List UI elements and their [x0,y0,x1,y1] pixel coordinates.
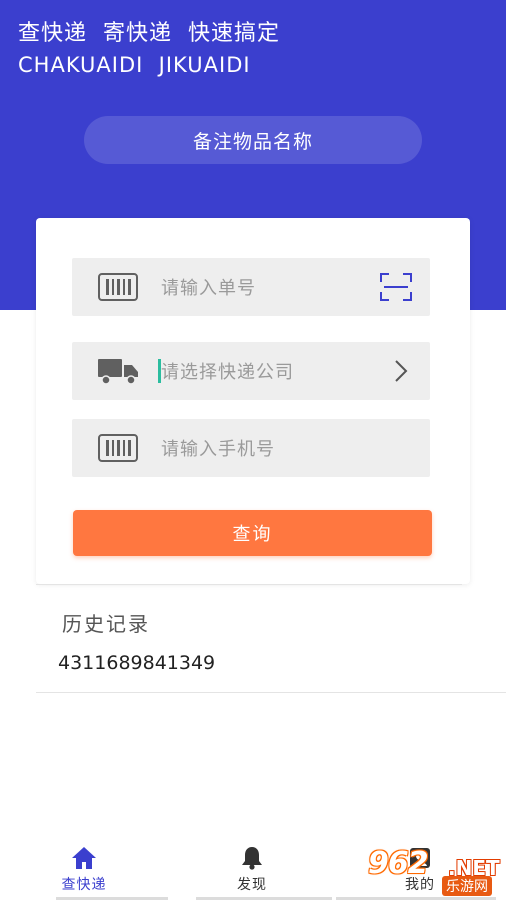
truck-icon [98,359,138,385]
bell-icon [242,847,262,870]
divider [36,584,462,585]
watermark-site-name: 乐游网 [442,876,492,896]
barcode-icon [98,434,138,462]
scan-icon[interactable] [380,273,412,301]
tracking-number-input[interactable]: 请输入单号 [161,274,256,300]
history-list-item[interactable]: 4311689841349 [58,652,215,674]
courier-select-input[interactable]: 请选择快递公司 [161,358,294,384]
slogan-text: 查快递 寄快递 快速搞定 [18,21,280,46]
divider [36,692,506,693]
tab-query-express[interactable]: 查快递 [0,840,168,900]
watermark-brand: 962 [368,846,429,881]
barcode-icon [98,273,138,301]
slogan-pinyin-text: CHAKUAIDI JIKUAIDI [18,53,251,77]
history-title: 历史记录 [62,612,150,636]
remark-item-name-button[interactable]: 备注物品名称 [84,116,422,164]
phone-number-field[interactable]: 请输入手机号 [72,419,430,477]
tab-label: 发现 [237,877,267,893]
tracking-number-field[interactable]: 请输入单号 [72,258,430,316]
query-card: 请输入单号 请选择快递公司 请输入手机号 查询 [36,218,470,584]
home-icon [72,847,96,869]
tab-discover[interactable]: 发现 [168,840,336,900]
site-watermark: 962 .NET 乐游网 [362,846,500,896]
tab-label: 查快递 [61,877,107,893]
courier-select-field[interactable]: 请选择快递公司 [72,342,430,400]
chevron-right-icon [395,360,408,382]
phone-number-input[interactable]: 请输入手机号 [161,435,275,461]
query-button[interactable]: 查询 [73,510,432,556]
